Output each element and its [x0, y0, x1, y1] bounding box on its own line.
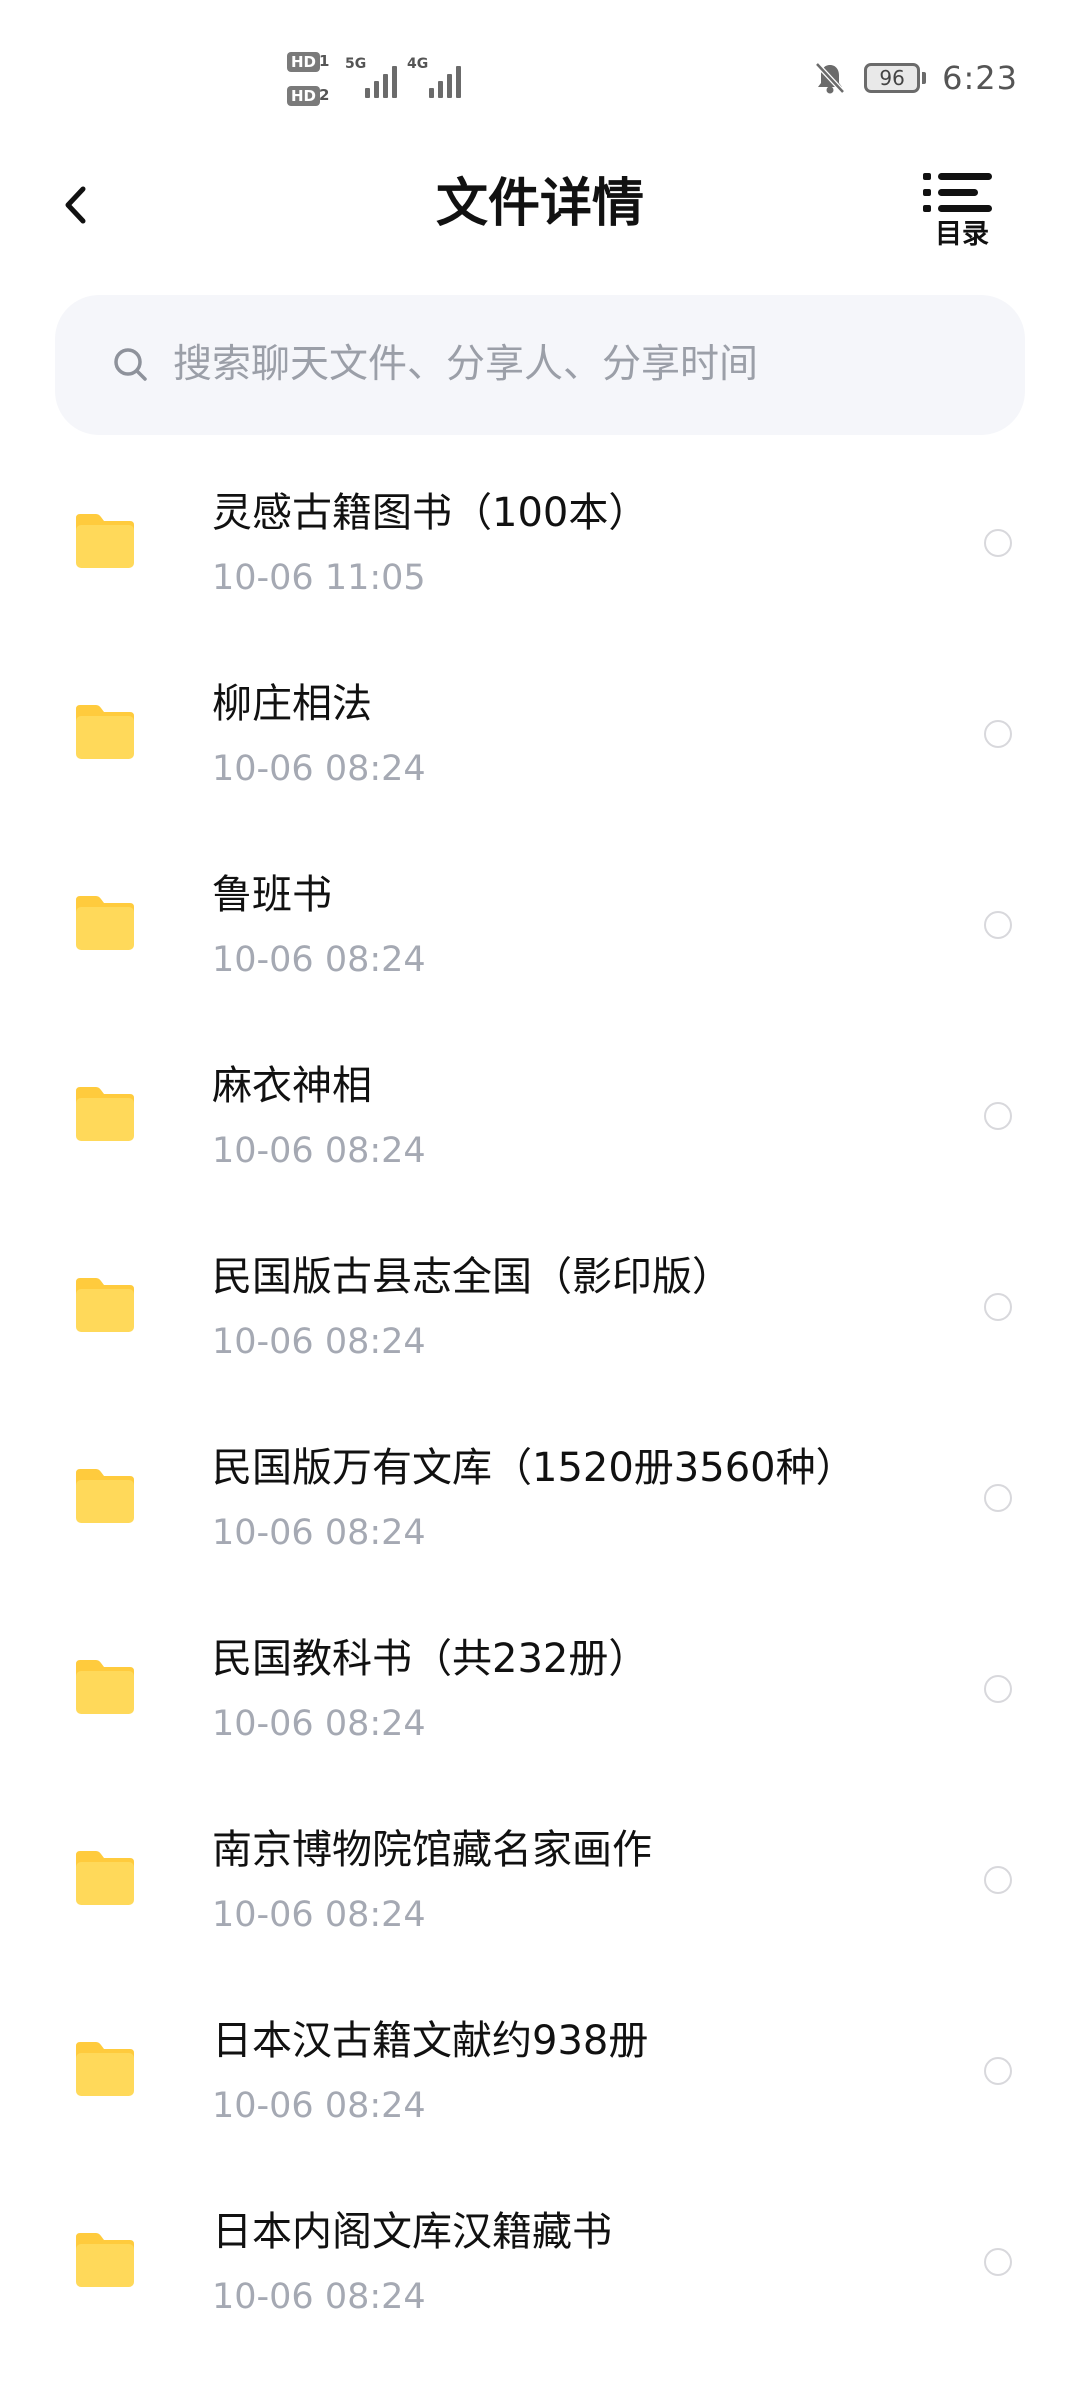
file-name: 民国版古县志全国（影印版）	[212, 1254, 732, 1300]
select-radio[interactable]	[984, 1484, 1012, 1512]
folder-icon	[76, 1469, 134, 1523]
list-item[interactable]: 民国版古县志全国（影印版） 10-06 08:24	[0, 1214, 1080, 1405]
file-name: 民国教科书（共232册）	[212, 1636, 649, 1682]
file-time: 10-06 08:24	[212, 940, 426, 980]
hd-badge-2: HD	[287, 86, 321, 106]
list-item[interactable]: 灵感古籍图书（100本） 10-06 11:05	[0, 450, 1080, 641]
file-name: 灵感古籍图书（100本）	[212, 490, 649, 536]
status-bar: HD 1 HD 2 5G 4G 96 6:23	[0, 0, 1080, 150]
file-name: 鲁班书	[212, 872, 332, 918]
battery-level: 96	[864, 63, 921, 93]
select-radio[interactable]	[984, 2057, 1012, 2085]
file-time: 10-06 08:24	[212, 2277, 426, 2317]
network-type-1: 5G	[345, 56, 367, 72]
list-item[interactable]: 日本汉古籍文献约938册 10-06 08:24	[0, 1978, 1080, 2169]
file-time: 10-06 08:24	[212, 1895, 426, 1935]
file-name: 民国版万有文库（1520册3560种）	[212, 1445, 856, 1491]
select-radio[interactable]	[984, 529, 1012, 557]
hd-badge-1: HD	[287, 52, 321, 72]
folder-icon	[76, 1087, 134, 1141]
search-placeholder: 搜索聊天文件、分享人、分享时间	[173, 342, 759, 387]
signal-icon	[365, 64, 397, 98]
folder-icon	[76, 896, 134, 950]
file-time: 10-06 08:24	[212, 1513, 426, 1553]
list-item[interactable]: 麻衣神相 10-06 08:24	[0, 1023, 1080, 1214]
toc-button[interactable]: 目录	[920, 170, 1004, 250]
select-radio[interactable]	[984, 911, 1012, 939]
folder-icon	[76, 514, 134, 568]
network-type-2: 4G	[407, 56, 429, 72]
folder-icon	[76, 2233, 134, 2287]
list-item[interactable]: 柳庄相法 10-06 08:24	[0, 641, 1080, 832]
select-radio[interactable]	[984, 1102, 1012, 1130]
file-time: 10-06 11:05	[212, 558, 426, 598]
file-name: 日本汉古籍文献约938册	[212, 2018, 649, 2064]
folder-icon	[76, 1660, 134, 1714]
list-item[interactable]: 鲁班书 10-06 08:24	[0, 832, 1080, 1023]
folder-icon	[76, 705, 134, 759]
toc-label: 目录	[935, 219, 989, 250]
clock: 6:23	[942, 59, 1018, 97]
folder-icon	[76, 1278, 134, 1332]
file-time: 10-06 08:24	[212, 749, 426, 789]
file-name: 柳庄相法	[212, 681, 372, 727]
search-icon	[114, 348, 147, 381]
file-name: 南京博物院馆藏名家画作	[212, 1827, 652, 1873]
select-radio[interactable]	[984, 1675, 1012, 1703]
file-time: 10-06 08:24	[212, 2086, 426, 2126]
file-time: 10-06 08:24	[212, 1704, 426, 1744]
signal-indicators: HD 1 HD 2 5G 4G	[287, 50, 477, 108]
header: 文件详情 目录	[0, 150, 1080, 260]
list-item[interactable]: 民国版万有文库（1520册3560种） 10-06 08:24	[0, 1405, 1080, 1596]
folder-icon	[76, 2042, 134, 2096]
sim-1-label: 1	[319, 52, 330, 70]
signal-icon-2	[429, 64, 461, 98]
folder-icon	[76, 1851, 134, 1905]
select-radio[interactable]	[984, 1293, 1012, 1321]
select-radio[interactable]	[984, 1866, 1012, 1894]
sim-2-label: 2	[319, 86, 330, 104]
notifications-muted-icon	[815, 62, 845, 94]
status-right: 96 6:23	[812, 58, 1018, 98]
list-item[interactable]: 日本内阁文库汉籍藏书 10-06 08:24	[0, 2169, 1080, 2360]
file-list: 灵感古籍图书（100本） 10-06 11:05 柳庄相法 10-06 08:2…	[0, 450, 1080, 2360]
file-name: 日本内阁文库汉籍藏书	[212, 2209, 612, 2255]
select-radio[interactable]	[984, 2248, 1012, 2276]
file-time: 10-06 08:24	[212, 1131, 426, 1171]
list-item[interactable]: 南京博物院馆藏名家画作 10-06 08:24	[0, 1787, 1080, 1978]
file-time: 10-06 08:24	[212, 1322, 426, 1362]
list-item[interactable]: 民国教科书（共232册） 10-06 08:24	[0, 1596, 1080, 1787]
toc-list-icon	[923, 173, 992, 212]
search-input[interactable]: 搜索聊天文件、分享人、分享时间	[55, 295, 1025, 435]
file-name: 麻衣神相	[212, 1063, 372, 1109]
select-radio[interactable]	[984, 720, 1012, 748]
battery-icon: 96	[864, 63, 927, 93]
page-title: 文件详情	[435, 174, 644, 234]
